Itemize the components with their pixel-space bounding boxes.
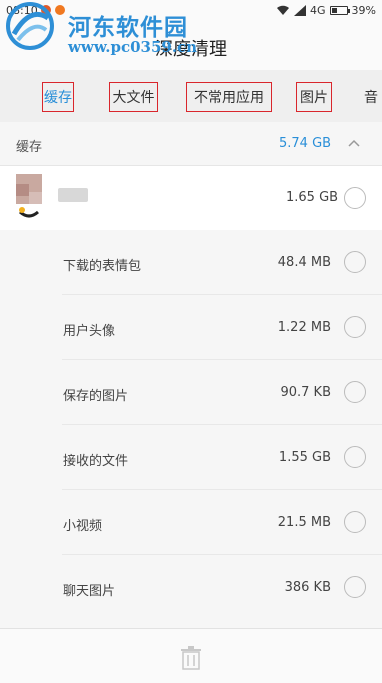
watermark: 河东软件园 www.pc0359.cn	[4, 0, 204, 68]
item-size: 21.5 MB	[277, 515, 331, 530]
app-avatar	[16, 174, 42, 218]
list-item[interactable]: 下载的表情包 48.4 MB	[0, 230, 382, 295]
item-label: 下载的表情包	[63, 259, 142, 274]
battery-icon	[329, 6, 350, 15]
item-select-radio[interactable]	[344, 251, 366, 273]
item-label: 用户头像	[63, 324, 116, 339]
tab-unused-apps[interactable]: 不常用应用	[186, 82, 272, 112]
tab-cache[interactable]: 缓存	[42, 82, 74, 112]
watermark-url: www.pc0359.cn	[68, 38, 198, 56]
category-tabs: 缓存 大文件 不常用应用 图片 音	[0, 70, 382, 122]
tab-pictures[interactable]: 图片	[296, 82, 332, 112]
app-select-radio[interactable]	[344, 187, 366, 209]
section-size: 5.74 GB	[279, 136, 332, 151]
item-select-radio[interactable]	[344, 576, 366, 598]
network-type: 4G	[310, 4, 326, 17]
watermark-text: 河东软件园	[68, 14, 188, 41]
item-size: 48.4 MB	[277, 255, 331, 270]
item-select-radio[interactable]	[344, 381, 366, 403]
tab-large-files[interactable]: 大文件	[109, 82, 158, 112]
status-indicators: 4G 39%	[276, 4, 376, 17]
item-label: 接收的文件	[63, 454, 129, 469]
item-size: 386 KB	[284, 580, 331, 595]
app-name-redacted	[58, 188, 88, 202]
item-label: 聊天图片	[63, 584, 116, 599]
item-label: 小视频	[63, 519, 103, 534]
battery-percent: 39%	[351, 4, 376, 17]
section-header[interactable]: 缓存 5.74 GB	[0, 122, 382, 166]
signal-icon	[294, 5, 307, 16]
trash-icon[interactable]	[180, 646, 202, 670]
app-size: 1.65 GB	[286, 190, 339, 205]
app-row[interactable]: 1.65 GB	[0, 166, 382, 230]
battery-level	[331, 8, 337, 13]
list-item[interactable]: 接收的文件 1.55 GB	[0, 425, 382, 490]
list-item[interactable]: 聊天图片 386 KB	[0, 555, 382, 620]
item-size: 1.55 GB	[278, 450, 331, 465]
item-label: 保存的图片	[63, 389, 129, 404]
item-size: 90.7 KB	[280, 385, 331, 400]
item-select-radio[interactable]	[344, 316, 366, 338]
bottom-action-bar	[0, 628, 382, 683]
wifi-icon	[277, 5, 290, 15]
list-item[interactable]: 保存的图片 90.7 KB	[0, 360, 382, 425]
chevron-up-icon[interactable]	[347, 136, 361, 150]
list-item[interactable]: 小视频 21.5 MB	[0, 490, 382, 555]
item-select-radio[interactable]	[344, 511, 366, 533]
list-item[interactable]: 用户头像 1.22 MB	[0, 295, 382, 360]
section-label: 缓存	[16, 140, 43, 155]
item-size: 1.22 MB	[277, 320, 331, 335]
item-select-radio[interactable]	[344, 446, 366, 468]
tab-audio[interactable]: 音	[364, 82, 382, 112]
watermark-logo-icon	[6, 2, 54, 50]
